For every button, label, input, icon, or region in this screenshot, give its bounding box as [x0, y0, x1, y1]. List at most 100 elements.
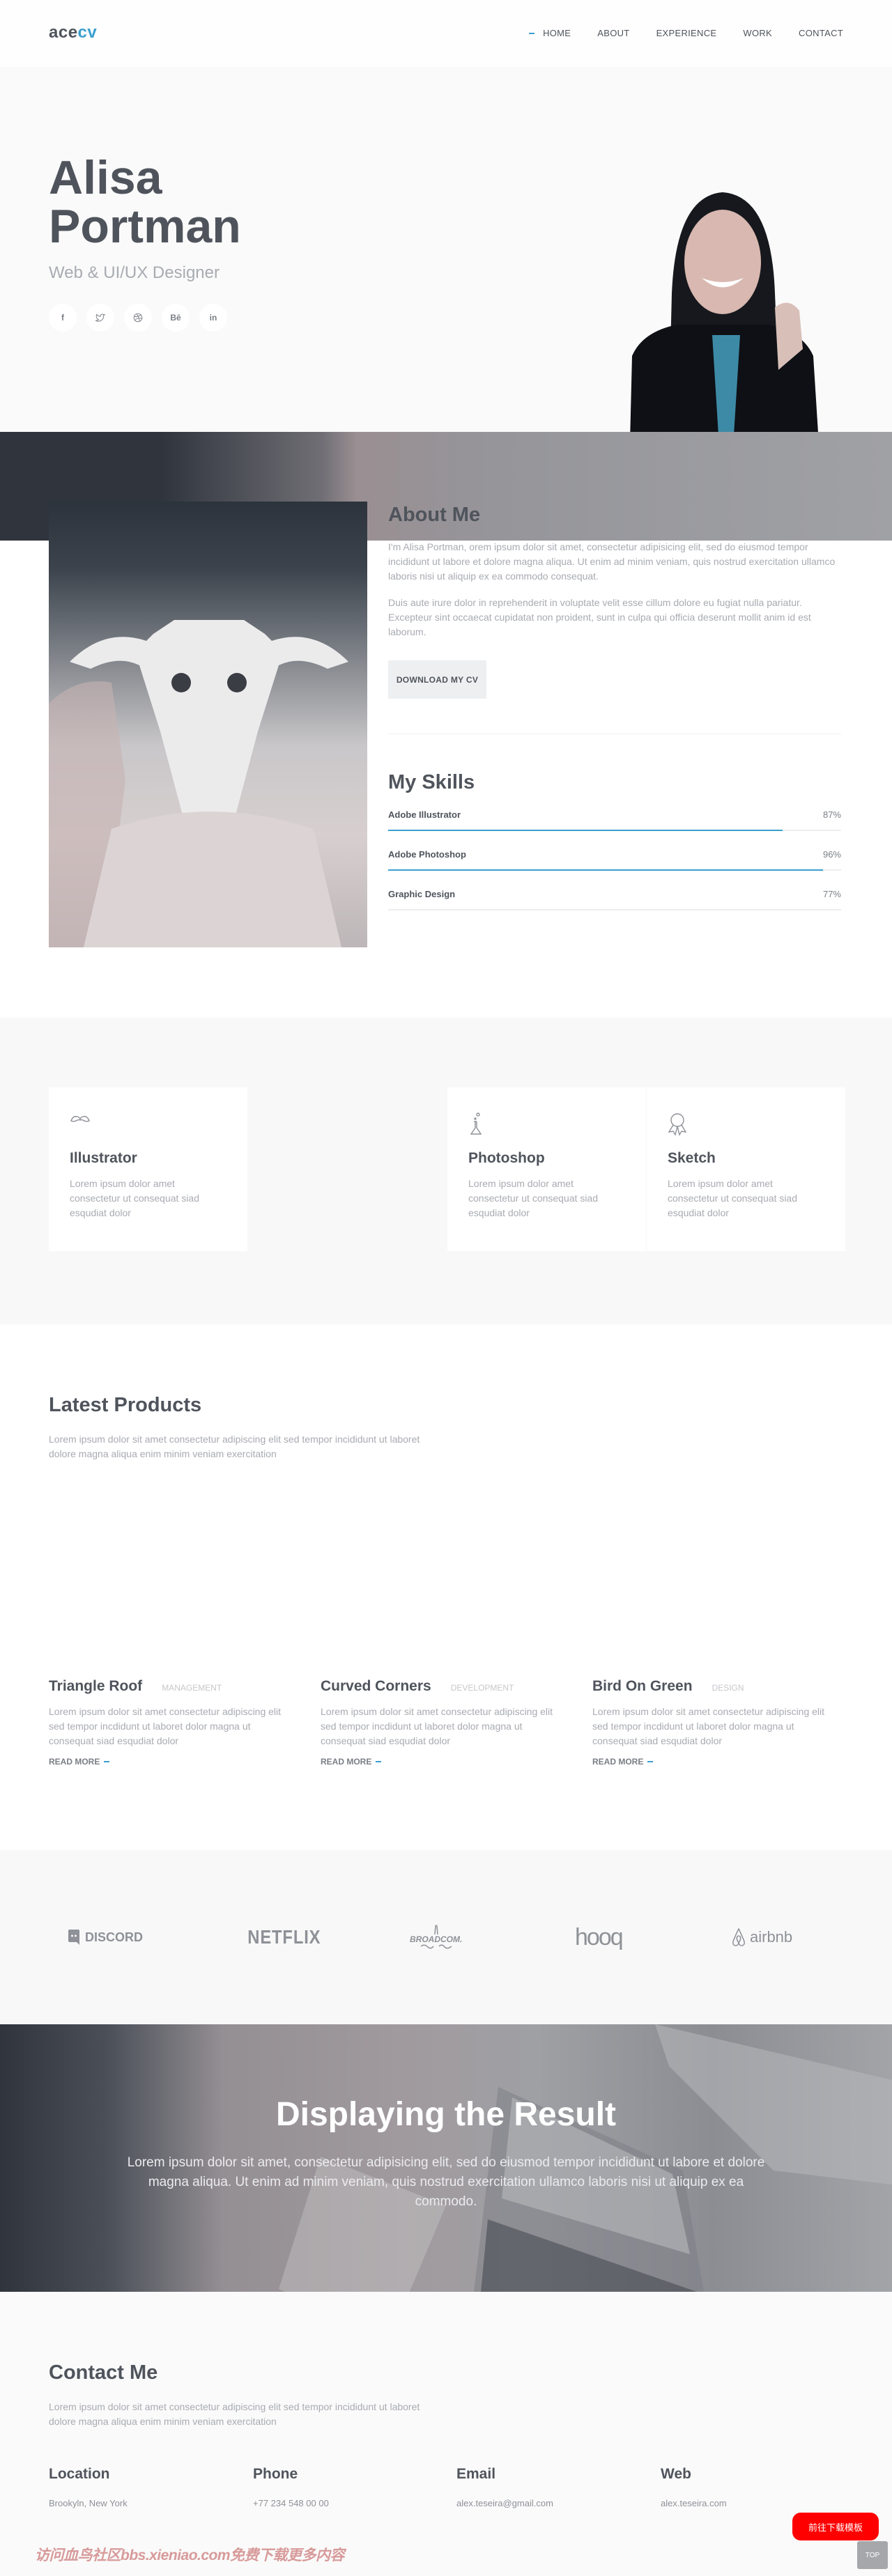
contact-label: Location: [49, 2466, 110, 2482]
facebook-icon[interactable]: f: [49, 304, 77, 332]
read-more-label: READ MORE: [321, 1757, 372, 1767]
service-title: Photoshop: [468, 1150, 545, 1166]
product-item: Bird On Green DESIGN Lorem ipsum dolor s…: [592, 1678, 843, 1768]
skill-progress-track: [388, 909, 841, 910]
skill-label: Adobe Photoshop: [388, 849, 466, 860]
mustache-icon: [70, 1112, 91, 1133]
skill-item: Adobe Illustrator 87%: [388, 809, 841, 837]
hero-section: Alisa Portman Web & UI/UX Designer f Bē …: [0, 67, 892, 499]
netflix-logo: NETFLIX: [241, 1920, 328, 1955]
discord-logo: DISCORD: [68, 1920, 143, 1955]
hero-role: Web & UI/UX Designer: [49, 263, 220, 282]
product-item: Curved Corners DEVELOPMENT Lorem ipsum d…: [321, 1678, 571, 1768]
dribbble-icon[interactable]: [124, 304, 152, 332]
hero-first-name: Alisa: [49, 151, 162, 204]
skill-percent: 96%: [822, 849, 841, 860]
read-more-link[interactable]: READ MORE: [49, 1757, 110, 1767]
contact-web: Web alex.teseira.com: [661, 2466, 863, 2508]
product-category: MANAGEMENT: [162, 1683, 222, 1693]
flask-icon: [468, 1112, 489, 1135]
contact-location: Location Brookyln, New York: [49, 2466, 251, 2508]
products-subtitle: Lorem ipsum dolor sit amet consectetur a…: [49, 1434, 420, 1459]
skill-progress-track: [388, 869, 841, 871]
product-text: Lorem ipsum dolor sit amet consectetur a…: [592, 1706, 825, 1746]
contact-label: Web: [661, 2466, 691, 2482]
service-title: Illustrator: [70, 1150, 137, 1166]
nav-experience[interactable]: EXPERIENCE: [656, 28, 717, 38]
product-title[interactable]: Triangle Roof: [49, 1678, 142, 1695]
product-title[interactable]: Bird On Green: [592, 1678, 693, 1695]
hooq-label: hooq: [575, 1923, 624, 1950]
behance-icon[interactable]: Bē: [162, 304, 190, 332]
about-paragraph-1: I'm Alisa Portman, orem ipsum dolor sit …: [388, 541, 836, 582]
skills-title: My Skills: [388, 771, 475, 793]
service-text: Lorem ipsum dolor amet consectetur ut co…: [468, 1178, 599, 1218]
read-more-label: READ MORE: [49, 1757, 100, 1767]
service-text: Lorem ipsum dolor amet consectetur ut co…: [70, 1178, 200, 1218]
about-skull-portrait-image: [49, 502, 367, 947]
read-more-link[interactable]: READ MORE: [321, 1757, 382, 1767]
award-icon: [668, 1112, 689, 1136]
airbnb-logo: airbnb: [732, 1920, 792, 1955]
products-section: Latest Products Lorem ipsum dolor sit am…: [0, 1324, 892, 1850]
download-template-button[interactable]: 前往下载模板: [792, 2513, 879, 2540]
airbnb-label: airbnb: [750, 1928, 793, 1946]
logo[interactable]: acecv: [49, 23, 97, 42]
dash-icon: [376, 1761, 382, 1762]
contact-email: Email alex.teseira@gmail.com: [456, 2466, 659, 2508]
dash-icon: [104, 1761, 110, 1762]
about-title: About Me: [388, 504, 481, 526]
service-card: Sketch Lorem ipsum dolor amet consectetu…: [647, 1087, 845, 1251]
back-to-top-button[interactable]: TOP: [857, 2541, 888, 2569]
social-links: f Bē in: [49, 304, 227, 332]
product-item: Triangle Roof MANAGEMENT Lorem ipsum dol…: [49, 1678, 300, 1768]
result-banner: Displaying the Result Lorem ipsum dolor …: [0, 2024, 892, 2292]
contact-value: Brookyln, New York: [49, 2498, 128, 2508]
contact-value[interactable]: alex.teseira@gmail.com: [456, 2498, 659, 2508]
main-nav: HOME ABOUT EXPERIENCE WORK CONTACT: [529, 28, 843, 38]
broadcom-label: BROADCOM.: [410, 1934, 463, 1944]
services-section: Illustrator Lorem ipsum dolor amet conse…: [0, 1018, 892, 1324]
contact-value[interactable]: +77 234 548 00 00: [253, 2498, 455, 2508]
logo-accent-text: cv: [77, 23, 98, 42]
hooq-logo: hooq: [575, 1920, 624, 1955]
read-more-label: READ MORE: [592, 1757, 644, 1767]
product-title[interactable]: Curved Corners: [321, 1678, 431, 1695]
service-title: Sketch: [668, 1150, 716, 1166]
hero-name: Alisa Portman: [49, 153, 241, 251]
service-card: Illustrator Lorem ipsum dolor amet conse…: [49, 1087, 247, 1251]
nav-about[interactable]: ABOUT: [597, 28, 629, 38]
watermark-text: 访问血鸟社区bbs.xieniao.com免费下载更多内容: [35, 2547, 345, 2563]
nav-home[interactable]: HOME: [529, 28, 571, 38]
client-logos-section: DISCORD NETFLIX BROADCOM. hooq airbnb: [0, 1850, 892, 2024]
linkedin-icon[interactable]: in: [199, 304, 227, 332]
nav-contact[interactable]: CONTACT: [799, 28, 843, 38]
broadcom-logo: BROADCOM.: [410, 1920, 462, 1955]
skill-item: Graphic Design 77%: [388, 889, 841, 917]
contact-value[interactable]: alex.teseira.com: [661, 2498, 863, 2508]
product-text: Lorem ipsum dolor sit amet consectetur a…: [321, 1706, 553, 1746]
read-more-link[interactable]: READ MORE: [592, 1757, 654, 1767]
netflix-label: NETFLIX: [247, 1926, 321, 1948]
nav-work[interactable]: WORK: [743, 28, 772, 38]
contact-phone: Phone +77 234 548 00 00: [253, 2466, 455, 2508]
skill-percent: 87%: [822, 809, 841, 820]
service-card: Photoshop Lorem ipsum dolor amet consect…: [447, 1087, 646, 1251]
contact-section: Contact Me Lorem ipsum dolor sit amet co…: [0, 2292, 892, 2576]
hero-last-name: Portman: [49, 200, 241, 253]
skill-label: Graphic Design: [388, 889, 456, 899]
products-title: Latest Products: [49, 1394, 202, 1416]
contact-title: Contact Me: [49, 2361, 158, 2384]
discord-label: DISCORD: [85, 1930, 144, 1944]
skill-percent: 77%: [822, 889, 841, 899]
site-header: acecv HOME ABOUT EXPERIENCE WORK CONTACT: [0, 0, 892, 67]
twitter-icon[interactable]: [86, 304, 114, 332]
banner-text: Lorem ipsum dolor sit amet, consectetur …: [127, 2155, 765, 2209]
service-text: Lorem ipsum dolor amet consectetur ut co…: [668, 1178, 798, 1218]
download-cv-button[interactable]: DOWNLOAD MY CV: [388, 660, 486, 699]
product-category: DEVELOPMENT: [450, 1683, 514, 1693]
about-paragraph-2: Duis aute irure dolor in reprehenderit i…: [388, 597, 811, 637]
product-text: Lorem ipsum dolor sit amet consectetur a…: [49, 1706, 282, 1746]
dash-icon: [647, 1761, 654, 1762]
skill-progress-fill: [388, 830, 783, 831]
